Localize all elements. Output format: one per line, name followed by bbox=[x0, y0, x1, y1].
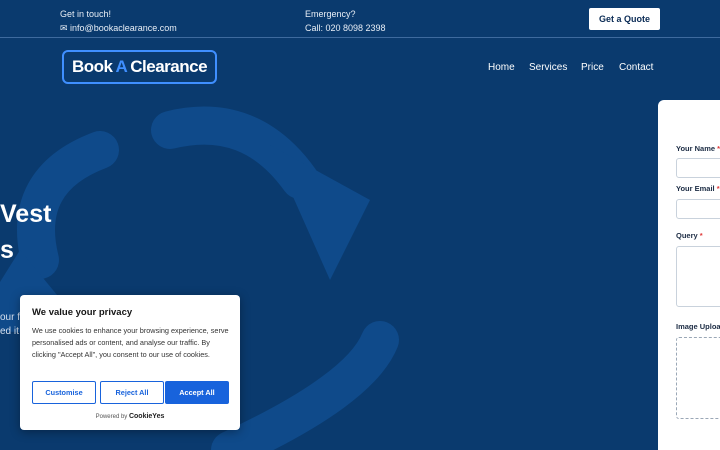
phone-link[interactable]: Call: 020 8098 2398 bbox=[305, 21, 386, 35]
name-label: Your Name * bbox=[676, 144, 720, 153]
hero-title-line-1: Vest bbox=[0, 200, 52, 228]
reject-all-button[interactable]: Reject All bbox=[100, 381, 164, 404]
emergency-info: Emergency? Call: 020 8098 2398 bbox=[305, 7, 386, 35]
logo-text-book: Book bbox=[71, 57, 113, 76]
cookie-consent-banner: We value your privacy We use cookies to … bbox=[20, 295, 240, 430]
book-a-clearance-logo[interactable]: Book A Clearance bbox=[62, 50, 217, 84]
required-mark: * bbox=[716, 184, 720, 193]
cookie-description: We use cookies to enhance your browsing … bbox=[32, 326, 229, 359]
email-label: Your Email * bbox=[676, 184, 720, 193]
powered-by: Powered by CookieYes bbox=[95, 413, 165, 420]
nav-contact[interactable]: Contact bbox=[619, 62, 653, 73]
email-field[interactable] bbox=[676, 199, 720, 219]
name-field[interactable] bbox=[676, 158, 720, 178]
logo-text-clearance: Clearance bbox=[130, 57, 208, 76]
hero-text-line-2: ed it bbox=[0, 326, 19, 337]
contact-label: Get in touch! bbox=[60, 9, 112, 19]
image-upload-dropzone[interactable] bbox=[676, 337, 720, 419]
cookie-title: We value your privacy bbox=[32, 307, 133, 318]
upload-label: Image Upload bbox=[676, 322, 720, 331]
nav-home[interactable]: Home bbox=[488, 62, 515, 73]
logo-text-a: A bbox=[115, 57, 128, 76]
contact-info: Get in touch! ✉ info@bookaclearance.com bbox=[60, 7, 177, 35]
top-bar: Get in touch! ✉ info@bookaclearance.com … bbox=[0, 0, 720, 38]
hero-title-line-2: s bbox=[0, 236, 14, 264]
quote-form-card: Your Name * Your Email * Query * Image U… bbox=[658, 100, 720, 450]
query-label: Query * bbox=[676, 231, 703, 240]
hero-text: our f ed it bbox=[0, 311, 20, 339]
required-mark: * bbox=[699, 231, 703, 240]
customise-button[interactable]: Customise bbox=[32, 381, 96, 404]
emergency-label: Emergency? bbox=[305, 9, 356, 19]
nav-services[interactable]: Services bbox=[529, 62, 567, 73]
nav-price[interactable]: Price bbox=[581, 62, 604, 73]
query-field[interactable] bbox=[676, 246, 720, 307]
accept-all-button[interactable]: Accept All bbox=[165, 381, 229, 404]
cookieyes-logo[interactable]: CookieYes bbox=[129, 413, 164, 420]
get-a-quote-button[interactable]: Get a Quote bbox=[589, 8, 660, 30]
email-link[interactable]: ✉ info@bookaclearance.com bbox=[60, 21, 177, 35]
hero-title: Vest s bbox=[0, 196, 51, 268]
hero-text-line-1: our f bbox=[0, 312, 21, 323]
